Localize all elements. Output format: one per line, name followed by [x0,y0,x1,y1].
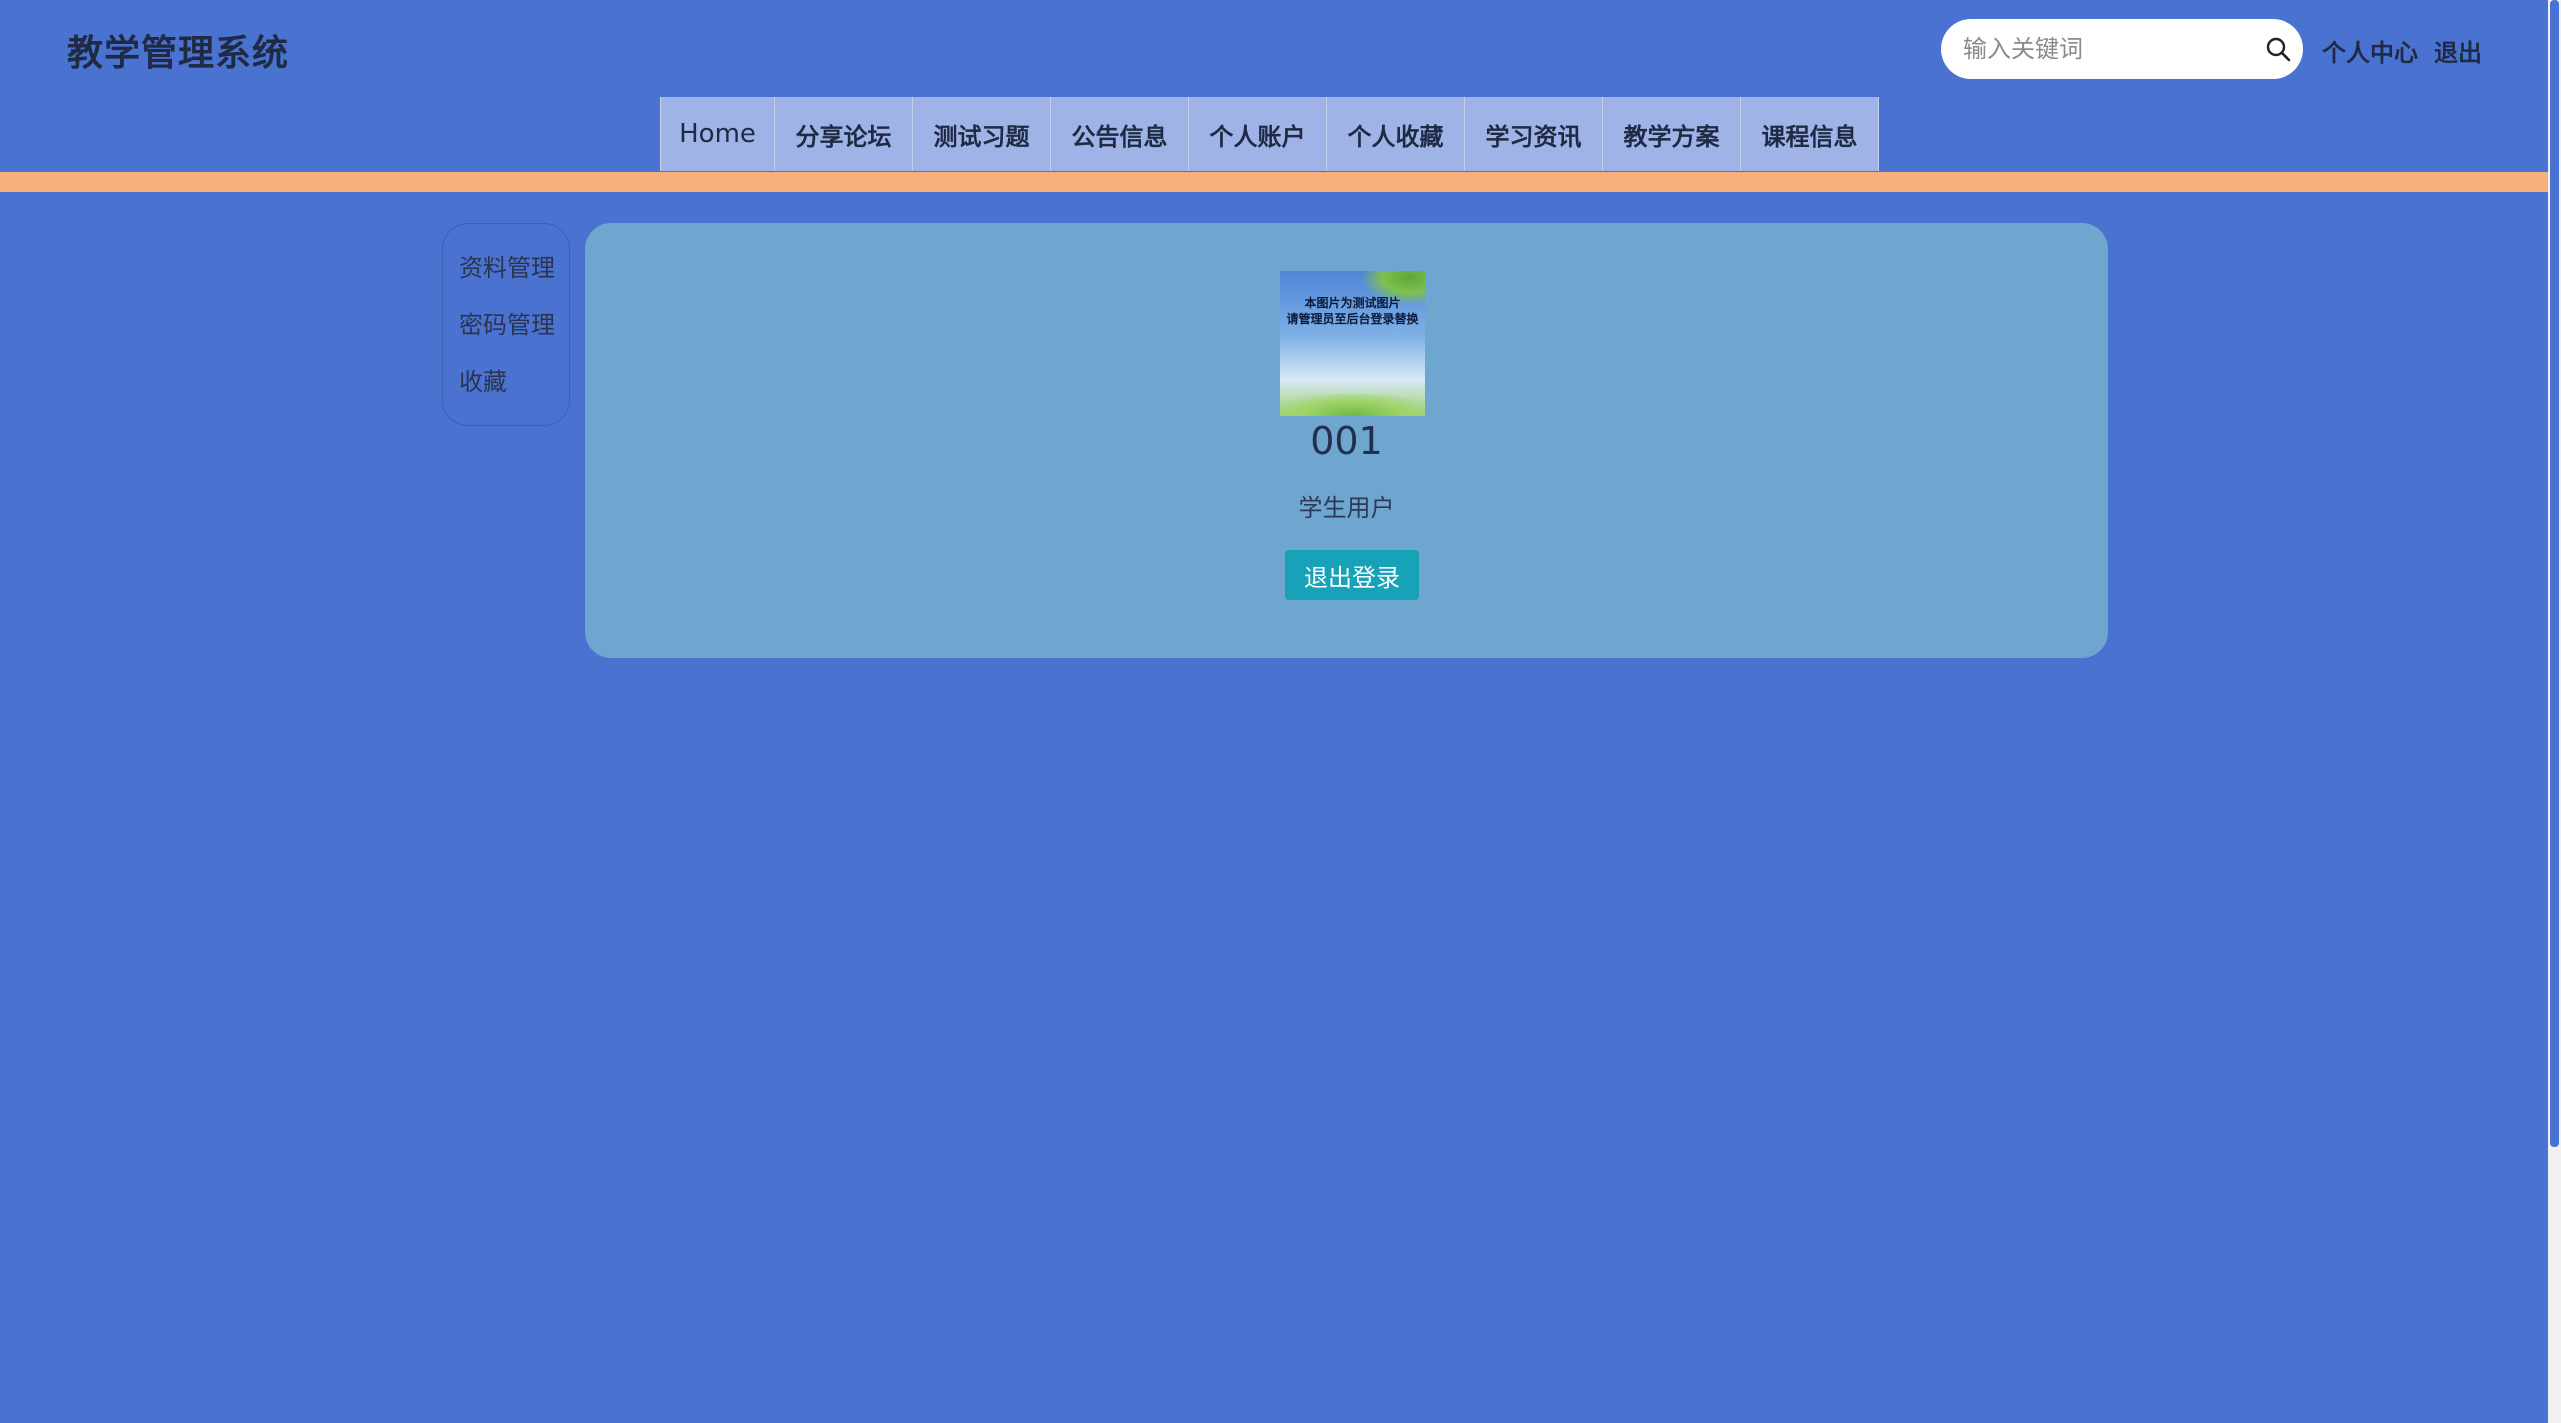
username: 001 [1310,419,1383,463]
avatar[interactable]: 本图片为测试图片 请管理员至后台登录替换 [1280,271,1425,416]
logout-button[interactable]: 退出登录 [1285,550,1419,600]
user-role: 学生用户 [1298,494,1395,522]
profile-card: 本图片为测试图片 请管理员至后台登录替换 001 学生用户 退出登录 [585,223,2108,658]
sidebar-item-password[interactable]: 密码管理 [459,305,569,362]
nav-item-courses[interactable]: 课程信息 [1740,97,1879,171]
scrollbar-thumb[interactable] [2550,0,2559,1147]
accent-bar [0,172,2548,192]
top-links: 个人中心 退出 [2322,33,2482,68]
nav-item-forum[interactable]: 分享论坛 [774,97,913,171]
nav-item-exercises[interactable]: 测试习题 [912,97,1051,171]
avatar-grass-decoration [1280,394,1425,416]
avatar-placeholder-text: 本图片为测试图片 请管理员至后台登录替换 [1286,296,1419,326]
personal-center-link[interactable]: 个人中心 [2322,33,2418,68]
sidebar-item-favorites[interactable]: 收藏 [459,362,569,419]
sidebar: 资料管理 密码管理 收藏 [442,223,570,426]
nav-item-account[interactable]: 个人账户 [1188,97,1327,171]
nav-item-home[interactable]: Home [660,97,775,171]
nav-item-favorites[interactable]: 个人收藏 [1326,97,1465,171]
search-box [1941,19,2303,79]
nav-item-news[interactable]: 学习资讯 [1464,97,1603,171]
nav-item-teaching-plans[interactable]: 教学方案 [1602,97,1741,171]
main-nav: Home 分享论坛 测试习题 公告信息 个人账户 个人收藏 学习资讯 教学方案 … [660,97,1879,171]
search-icon[interactable] [2265,33,2291,65]
page: 教学管理系统 个人中心 退出 Home 分享论坛 测试习题 公告信息 个人账户 … [0,0,2561,1423]
search-input[interactable] [1961,34,2265,64]
nav-item-announcements[interactable]: 公告信息 [1050,97,1189,171]
site-title: 教学管理系统 [67,33,290,74]
sidebar-item-profile[interactable]: 资料管理 [459,248,569,305]
logout-link[interactable]: 退出 [2434,33,2482,68]
